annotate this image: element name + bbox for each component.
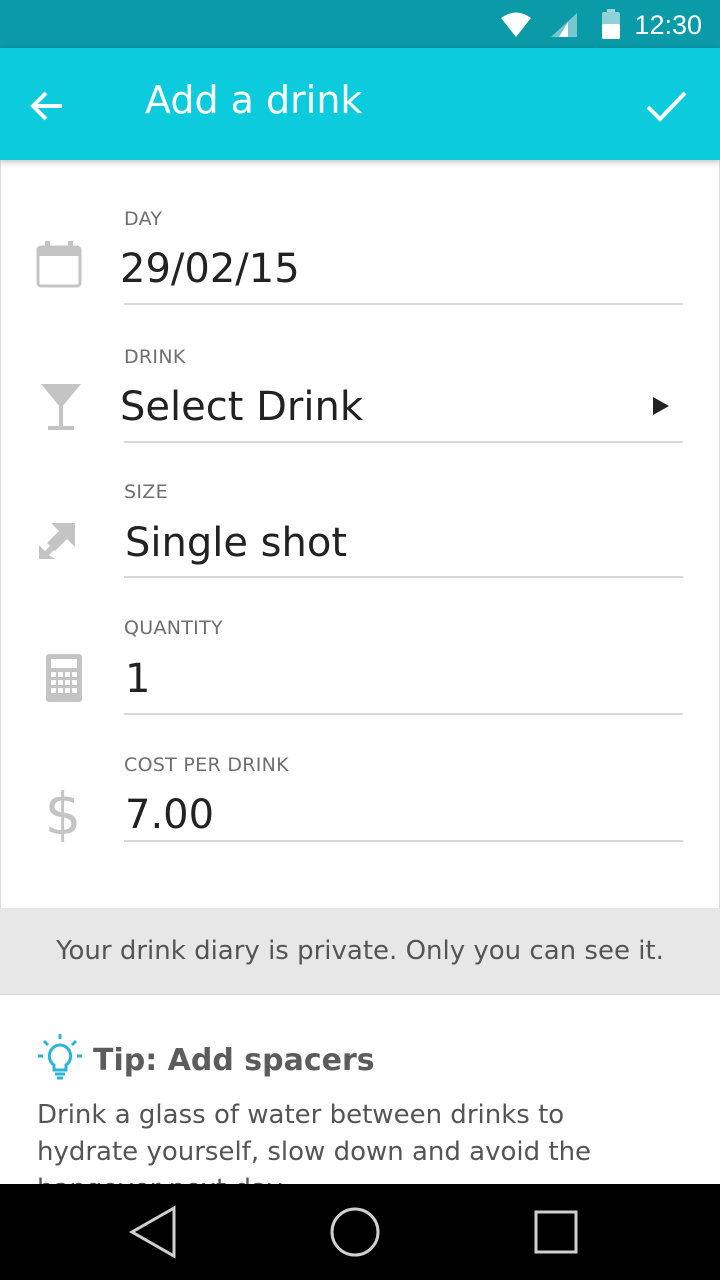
- calculator-icon: [46, 654, 82, 702]
- day-field[interactable]: 29/02/15: [120, 246, 300, 292]
- battery-icon: [602, 9, 620, 39]
- tip-title: Tip: Add spacers: [93, 1043, 375, 1078]
- signal-icon: [551, 13, 577, 37]
- drink-label: DRINK: [124, 346, 186, 368]
- recents-nav-icon[interactable]: [528, 1204, 584, 1260]
- privacy-text: Your drink diary is private. Only you ca…: [56, 936, 664, 966]
- resize-icon: [39, 523, 75, 559]
- quantity-label: QUANTITY: [124, 617, 223, 639]
- privacy-banner: Your drink diary is private. Only you ca…: [0, 908, 720, 995]
- dollar-icon: $: [45, 782, 81, 842]
- back-arrow-icon[interactable]: [22, 80, 74, 132]
- status-time: 12:30: [634, 10, 702, 40]
- svg-text:$: $: [45, 782, 81, 842]
- size-label: SIZE: [124, 481, 168, 503]
- drink-select[interactable]: Select Drink: [120, 384, 363, 430]
- calendar-icon: [36, 241, 82, 288]
- wifi-icon: [501, 12, 531, 37]
- cost-label: COST PER DRINK: [124, 754, 289, 776]
- drink-form: DAY 29/02/15 DRINK Select Drink SIZE Sin…: [0, 160, 720, 908]
- size-underline: [124, 576, 683, 578]
- lightbulb-icon: [38, 1034, 82, 1080]
- day-underline: [124, 303, 683, 305]
- home-nav-icon[interactable]: [327, 1204, 383, 1260]
- dropdown-arrow-icon[interactable]: [651, 395, 671, 417]
- cost-field[interactable]: 7.00: [125, 792, 214, 838]
- page-title: Add a drink: [145, 78, 363, 122]
- check-icon[interactable]: [640, 80, 692, 132]
- quantity-underline: [124, 713, 683, 715]
- size-field[interactable]: Single shot: [125, 520, 347, 566]
- quantity-field[interactable]: 1: [125, 656, 150, 702]
- cocktail-icon: [41, 384, 81, 430]
- back-nav-icon[interactable]: [126, 1204, 182, 1260]
- status-bar: 12:30: [0, 0, 720, 48]
- day-label: DAY: [124, 208, 163, 230]
- tip-body: Drink a glass of water between drinks to…: [37, 1100, 592, 1185]
- drink-underline: [124, 441, 683, 443]
- system-nav-bar: [0, 1184, 720, 1280]
- cost-underline: [124, 840, 683, 842]
- tip-card: Tip: Add spacers Drink a glass of water …: [0, 995, 720, 1185]
- app-bar: Add a drink: [0, 48, 720, 160]
